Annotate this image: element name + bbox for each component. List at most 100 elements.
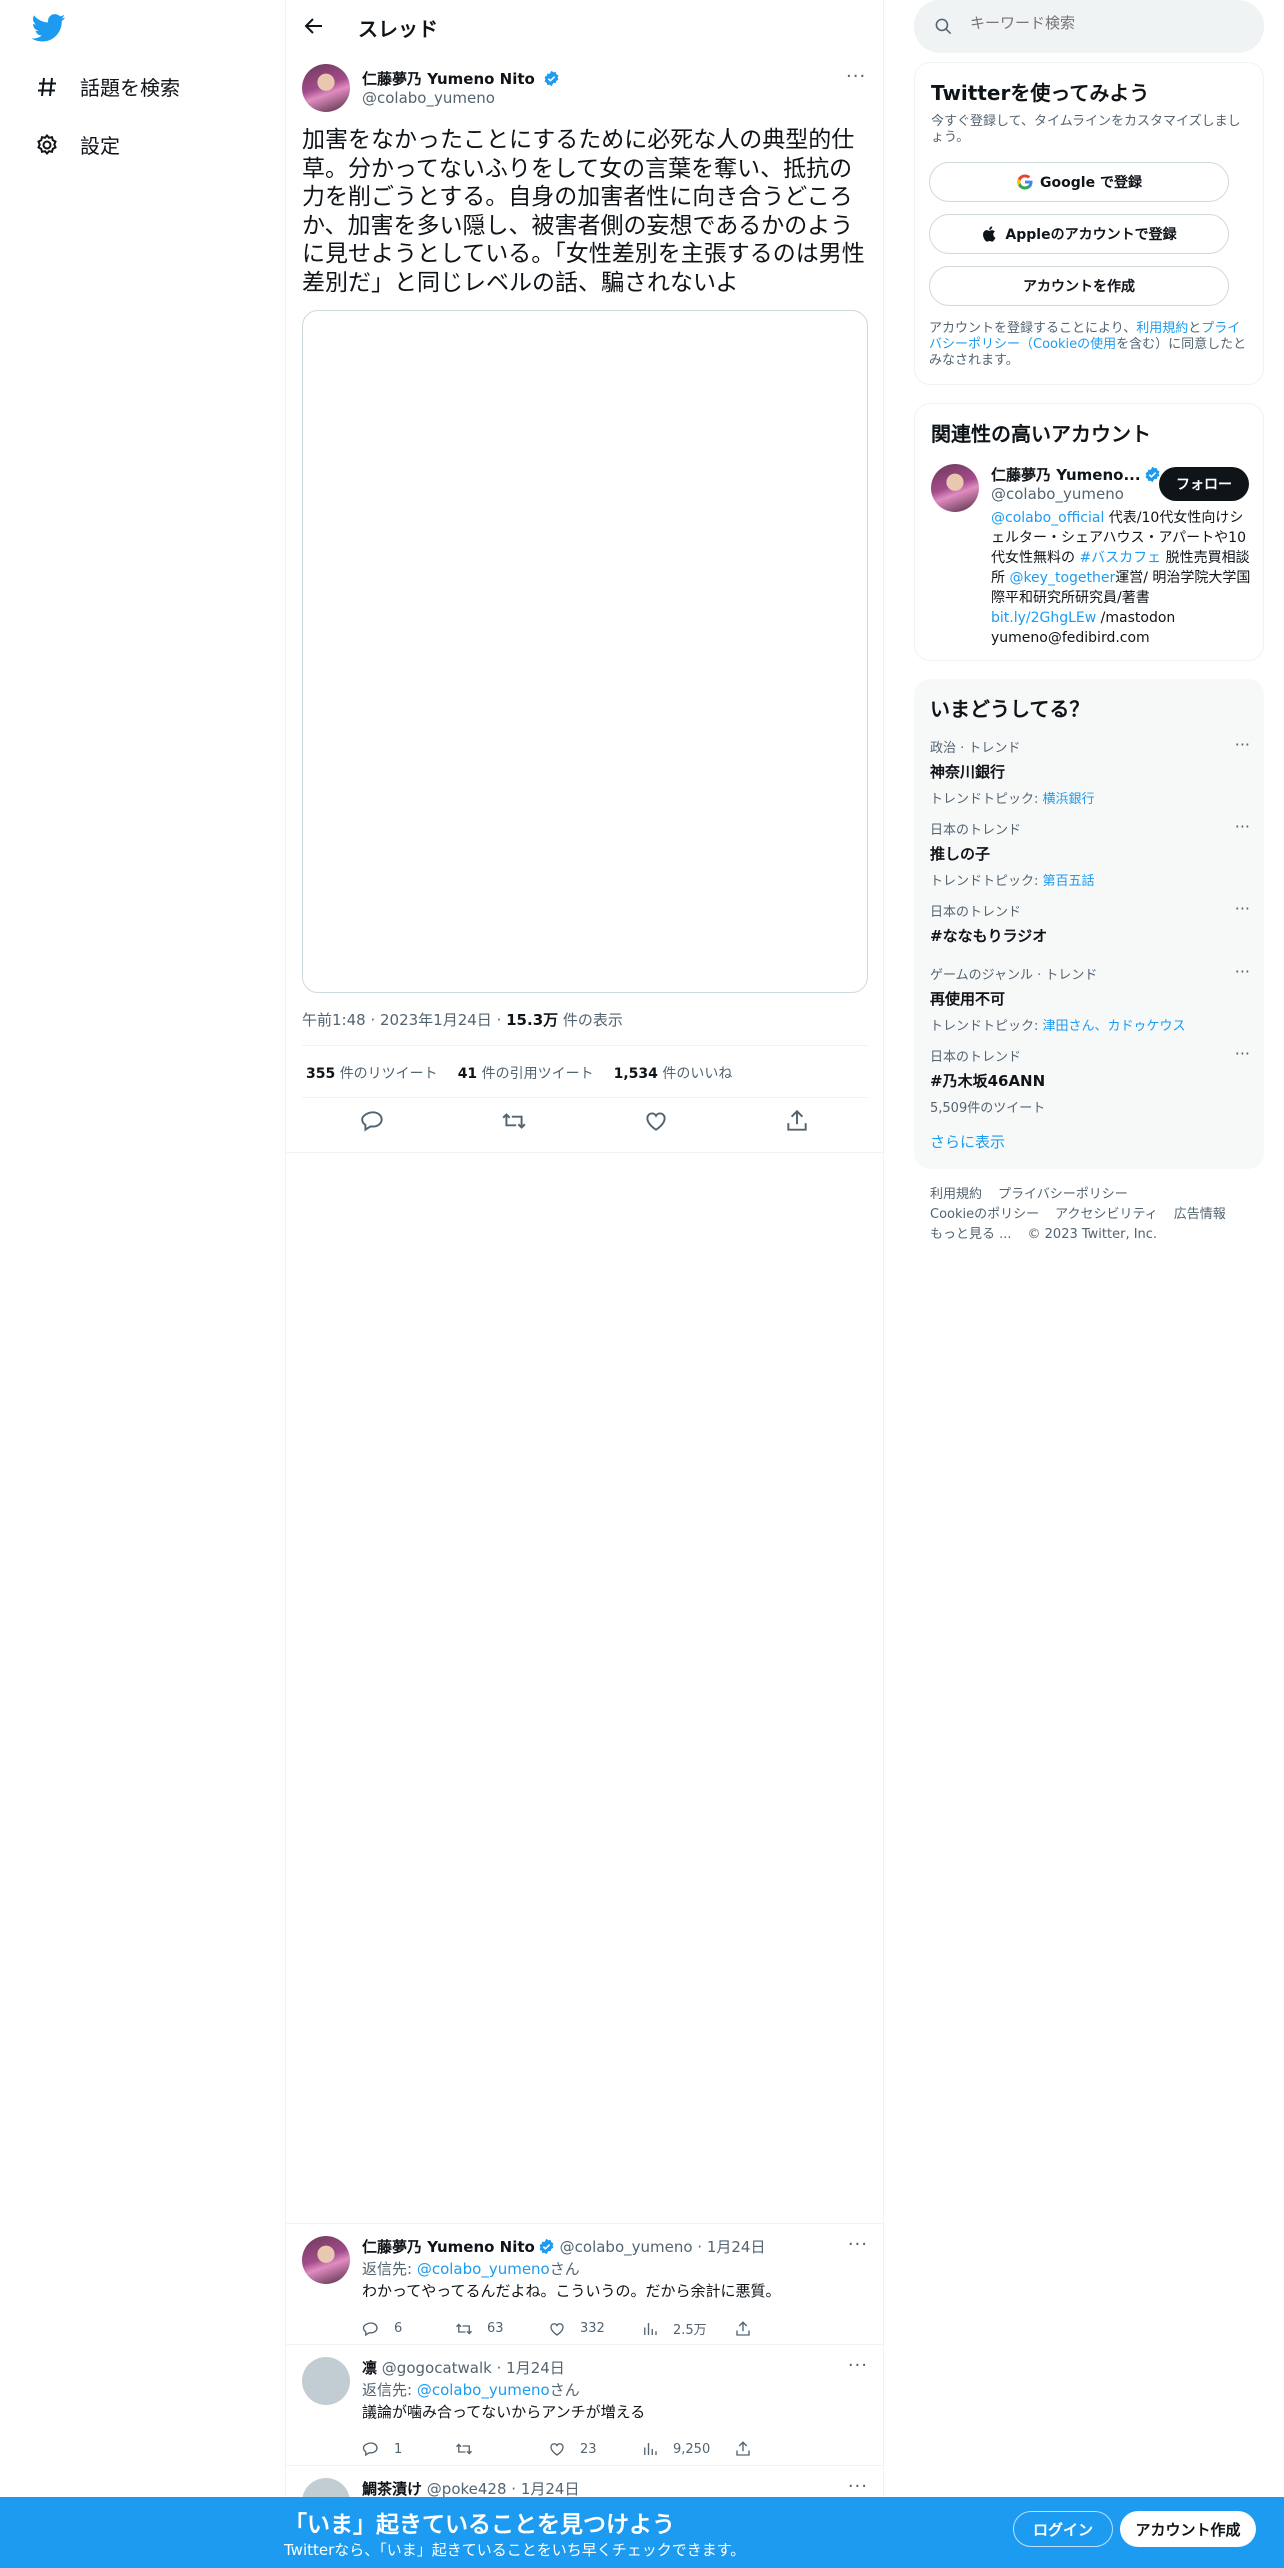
trend-topic-link[interactable]: 津田さん、カドゥケウス [1043, 1019, 1186, 1034]
login-button[interactable]: ログイン [1013, 2511, 1113, 2547]
reply-date[interactable]: 1月24日 [521, 2480, 580, 2498]
avatar[interactable] [302, 2357, 350, 2405]
related-account-name-row[interactable]: 仁藤夢乃 Yumeno... [991, 464, 1161, 485]
reply-author-name[interactable]: 仁藤夢乃 Yumeno Nito [362, 2238, 535, 2256]
reply-icon[interactable] [360, 1108, 386, 1134]
nav-settings[interactable]: 設定 [34, 130, 120, 159]
footer-link[interactable]: 広告情報 [1174, 1207, 1226, 1222]
show-more-link[interactable]: さらに表示 [930, 1131, 1005, 1152]
tweet-media[interactable] [302, 310, 868, 993]
reply-author-handle[interactable]: @colabo_yumeno [560, 2238, 693, 2256]
reply-author[interactable]: 凛 @gogocatwalk · 1月24日 [362, 2357, 565, 2378]
reply-button[interactable]: 6 [362, 2319, 455, 2338]
more-options-icon[interactable]: ··· [1235, 899, 1250, 918]
more-options-icon[interactable]: ··· [846, 66, 866, 87]
more-options-icon[interactable]: ··· [1235, 1044, 1250, 1063]
views-button[interactable]: 9,250 [641, 2440, 734, 2458]
google-signup-button[interactable]: Google で登録 [929, 162, 1229, 202]
trend-topic: トレンドトピック: 横浜銀行 [930, 792, 1095, 807]
likes-stat[interactable]: 1,534 件のいいね [614, 1063, 733, 1083]
related-account-name[interactable]: 仁藤夢乃 Yumeno... [991, 466, 1141, 484]
more-options-icon[interactable]: ··· [848, 2234, 868, 2255]
retweet-button[interactable] [455, 2440, 548, 2458]
author-handle[interactable]: @colabo_yumeno [362, 89, 495, 107]
retweets-stat[interactable]: 355 件のリツイート [306, 1063, 438, 1083]
left-nav: 話題を検索 設定 [0, 0, 286, 2568]
reply-author-handle[interactable]: @poke428 [427, 2480, 507, 2498]
reply-icon [362, 2442, 378, 2457]
reply-text: 議論が噛み合ってないからアンチが増える [362, 2403, 646, 2421]
more-options-icon[interactable]: ··· [1235, 735, 1250, 754]
search-bar[interactable] [914, 0, 1264, 53]
nav-settings-label: 設定 [80, 134, 120, 158]
verified-badge-icon [1145, 466, 1160, 483]
trend-name: 推しの子 [930, 845, 991, 863]
trend-item[interactable]: 日本のトレンド #乃木坂46ANN 5,509件のツイート ··· [930, 1044, 1250, 1116]
like-icon[interactable] [643, 1108, 669, 1134]
more-options-icon[interactable]: ··· [848, 2476, 868, 2497]
tweet-time[interactable]: 午前1:48 [302, 1011, 366, 1029]
follow-button[interactable]: フォロー [1159, 467, 1249, 501]
reply-date[interactable]: 1月24日 [707, 2238, 766, 2256]
bio-link[interactable]: bit.ly/2GhgLEw [991, 610, 1096, 626]
trend-item[interactable]: 日本のトレンド 推しの子 トレンドトピック: 第百五話 ··· [930, 817, 1250, 889]
bio-link[interactable]: #バスカフェ [1079, 550, 1161, 566]
reply-button[interactable]: 1 [362, 2440, 455, 2458]
retweet-button[interactable]: 63 [455, 2319, 548, 2338]
tweet-author[interactable]: 仁藤夢乃 Yumeno Nito [362, 68, 560, 89]
reply-author-name[interactable]: 凛 [362, 2359, 377, 2377]
more-options-icon[interactable]: ··· [1235, 817, 1250, 836]
back-arrow-icon[interactable] [302, 14, 326, 38]
trend-name: 再使用不可 [930, 990, 1006, 1008]
footer-link[interactable]: Cookieのポリシー [930, 1207, 1039, 1222]
trend-topic-link[interactable]: 横浜銀行 [1043, 792, 1095, 807]
signup-button[interactable]: アカウント作成 [1120, 2511, 1256, 2547]
footer-link[interactable]: プライバシーポリシー [998, 1187, 1128, 1202]
reply-author[interactable]: 仁藤夢乃 Yumeno Nito @colabo_yumeno · 1月24日 [362, 2236, 765, 2257]
reply-tweet[interactable]: 凛 @gogocatwalk · 1月24日 ··· 返信先: @colabo_… [286, 2344, 884, 2465]
like-button[interactable]: 332 [548, 2319, 641, 2338]
terms-link[interactable]: 利用規約 [1136, 321, 1188, 336]
trend-topic: トレンドトピック: 津田さん、カドゥケウス [930, 1019, 1186, 1034]
bio-link[interactable]: @key_together [1009, 570, 1115, 586]
avatar[interactable] [302, 64, 350, 112]
share-button[interactable] [734, 2440, 827, 2458]
trend-item[interactable]: ゲームのジャンル · トレンド 再使用不可 トレンドトピック: 津田さん、カドゥケウ… [930, 962, 1250, 1034]
trend-item[interactable]: 政治 · トレンド 神奈川銀行 トレンドトピック: 横浜銀行 ··· [930, 735, 1250, 807]
footer-link[interactable]: 利用規約 [930, 1187, 982, 1202]
create-account-button[interactable]: アカウントを作成 [929, 266, 1229, 306]
quotes-stat[interactable]: 41 件の引用ツイート [458, 1063, 594, 1083]
share-button[interactable] [734, 2319, 827, 2338]
reply-tweet[interactable]: 仁藤夢乃 Yumeno Nito @colabo_yumeno · 1月24日 … [286, 2223, 884, 2344]
reply-to-line: 返信先: @colabo_yumenoさん [362, 2260, 580, 2278]
twitter-logo-icon[interactable] [32, 14, 66, 42]
more-options-icon[interactable]: ··· [848, 2355, 868, 2376]
trend-count: 5,509件のツイート [930, 1101, 1046, 1116]
views-button[interactable]: 2.5万 [641, 2319, 734, 2338]
more-options-icon[interactable]: ··· [1235, 962, 1250, 981]
like-button[interactable]: 23 [548, 2440, 641, 2458]
reply-to-link[interactable]: @colabo_yumeno [417, 2381, 550, 2399]
retweet-icon[interactable] [501, 1108, 527, 1134]
apple-signup-button[interactable]: Appleのアカウントで登録 [929, 214, 1229, 254]
trend-topic-link[interactable]: 第百五話 [1043, 874, 1095, 889]
nav-explore[interactable]: 話題を検索 [34, 72, 180, 101]
trend-item[interactable]: 日本のトレンド #ななもりラジオ ··· [930, 899, 1250, 946]
avatar[interactable] [302, 2236, 350, 2284]
related-account-handle[interactable]: @colabo_yumeno [991, 485, 1124, 503]
reply-author[interactable]: 鯛茶漬け @poke428 · 1月24日 [362, 2478, 579, 2499]
author-name[interactable]: 仁藤夢乃 Yumeno Nito [362, 70, 535, 88]
reply-author-handle[interactable]: @gogocatwalk [382, 2359, 492, 2377]
reply-author-name[interactable]: 鯛茶漬け [362, 2480, 422, 2498]
search-input[interactable] [970, 14, 1240, 32]
bio-link[interactable]: @colabo_official [991, 510, 1104, 526]
footer-link[interactable]: アクセシビリティ [1055, 1207, 1158, 1222]
share-icon[interactable] [784, 1108, 810, 1134]
tweet-date[interactable]: 2023年1月24日 [380, 1011, 492, 1029]
avatar[interactable] [931, 464, 979, 512]
footer-link[interactable]: もっと見る ... [930, 1227, 1012, 1242]
reply-to-link[interactable]: @colabo_yumeno [417, 2260, 550, 2278]
divider [286, 1152, 884, 1153]
signup-card: Twitterを使ってみよう 今すぐ登録して、タイムラインをカスタマイズしましょ… [914, 62, 1264, 385]
reply-date[interactable]: 1月24日 [506, 2359, 565, 2377]
